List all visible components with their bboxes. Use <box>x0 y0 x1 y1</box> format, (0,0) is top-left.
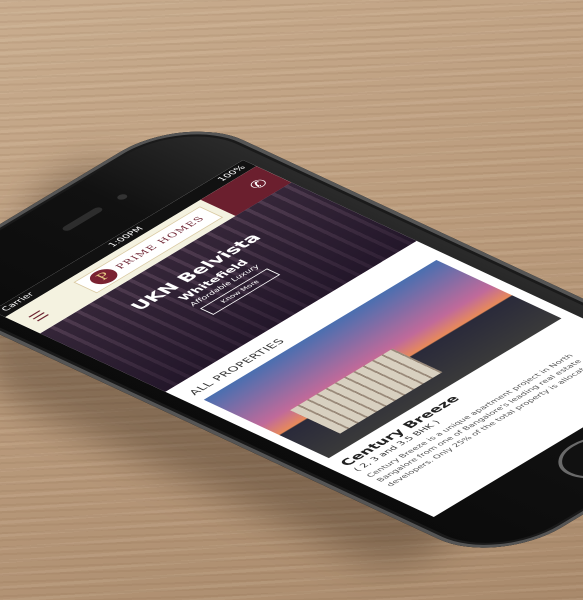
logo-mark: P <box>84 266 124 287</box>
menu-icon[interactable]: ☰ <box>22 307 55 324</box>
